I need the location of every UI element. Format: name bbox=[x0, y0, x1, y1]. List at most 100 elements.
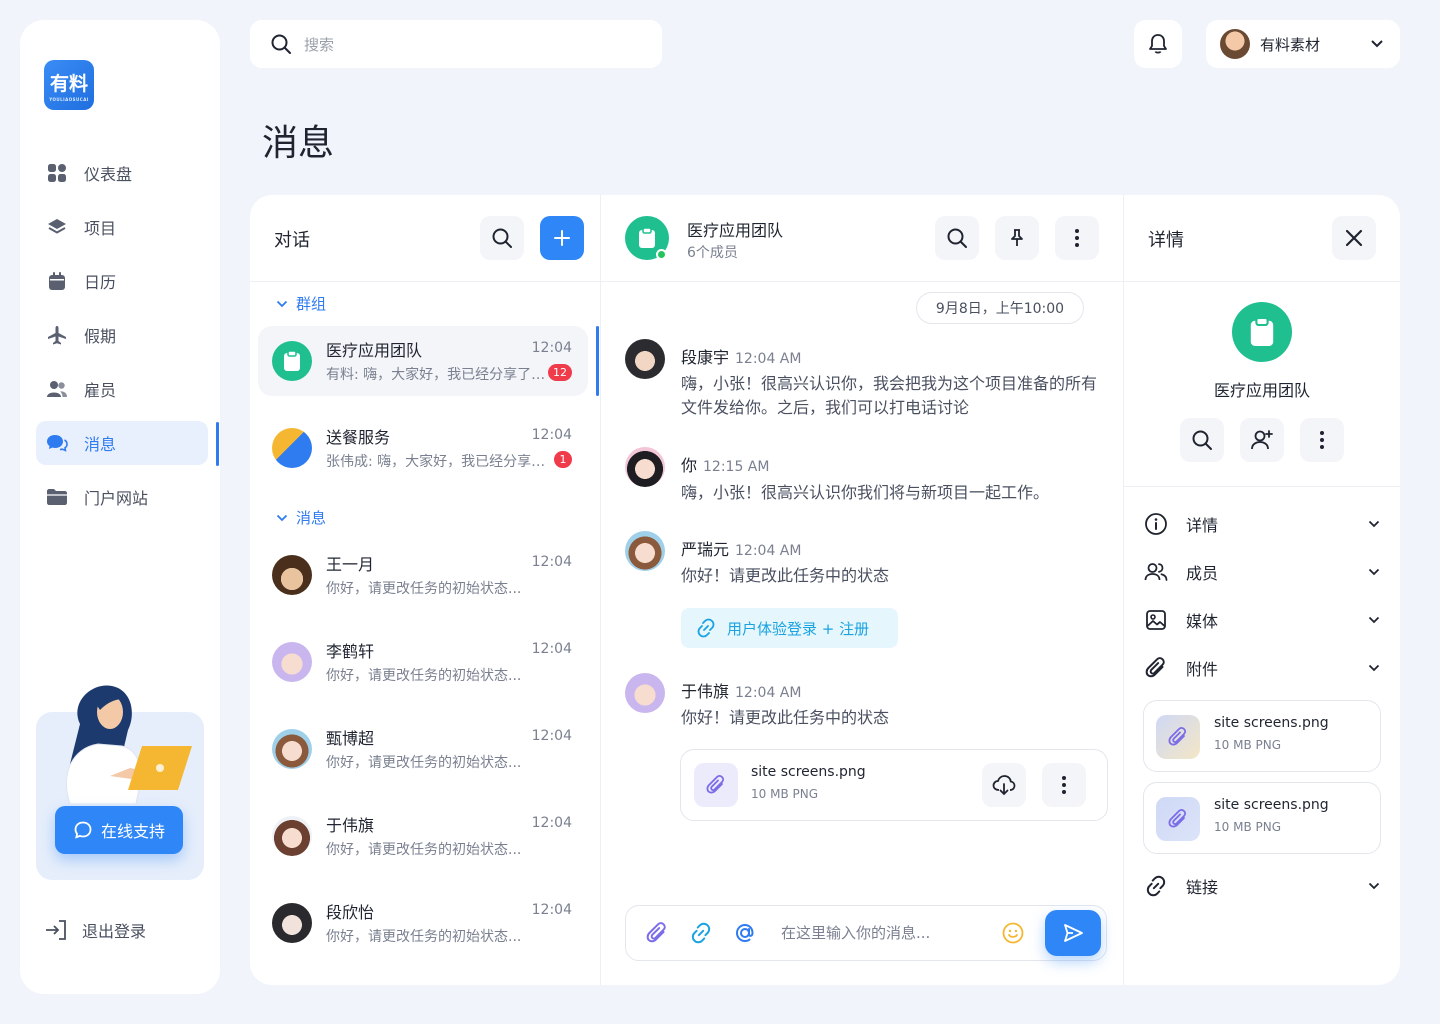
clipboard-icon bbox=[272, 341, 312, 381]
file-more-button[interactable] bbox=[1042, 763, 1086, 807]
logo-text: 有料 bbox=[49, 72, 88, 95]
nav-item-projects[interactable]: 项目 bbox=[36, 205, 208, 249]
new-conversation-button[interactable] bbox=[540, 216, 584, 260]
send-button[interactable] bbox=[1045, 910, 1101, 956]
nav-item-portal[interactable]: 门户网站 bbox=[36, 475, 208, 519]
logout-label: 退出登录 bbox=[82, 922, 147, 941]
sender-name: 于伟旗 bbox=[681, 682, 730, 701]
attachment-item[interactable]: site screens.png 10 MB PNG bbox=[1143, 700, 1381, 772]
chat-bubble-icon bbox=[73, 820, 93, 840]
online-support-button[interactable]: 在线支持 bbox=[55, 806, 183, 854]
avatar bbox=[272, 903, 312, 943]
search-bar[interactable]: 搜索 bbox=[250, 20, 662, 68]
file-attachment[interactable]: site screens.png 10 MB PNG bbox=[680, 749, 1108, 821]
message-text: 嗨，小张！很高兴认识你，我会把我为这个项目准备的所有 bbox=[681, 374, 1098, 393]
message-header: 于伟旗 12:04 AM bbox=[681, 678, 801, 702]
logout-button[interactable]: 退出登录 bbox=[44, 918, 146, 942]
download-button[interactable] bbox=[982, 763, 1026, 807]
calendar-icon bbox=[46, 270, 68, 292]
nav-label: 假期 bbox=[84, 327, 117, 346]
sender-avatar bbox=[625, 339, 665, 379]
divider bbox=[1124, 486, 1400, 487]
date-separator: 9月8日，上午10:00 bbox=[916, 292, 1084, 324]
message-header: 严瑞元 12:04 AM bbox=[681, 536, 801, 560]
sender-avatar bbox=[625, 447, 665, 487]
paperclip-icon bbox=[645, 921, 669, 945]
conversation-name: 送餐服务 bbox=[326, 428, 391, 447]
groups-section-toggle[interactable]: 群组 bbox=[276, 293, 326, 314]
message-time: 12:15 AM bbox=[703, 459, 770, 475]
details-more-button[interactable] bbox=[1300, 418, 1344, 462]
details-section-media[interactable]: 媒体 bbox=[1144, 606, 1380, 634]
notifications-button[interactable] bbox=[1134, 20, 1182, 68]
link-label: 用户体验登录 + 注册 bbox=[727, 619, 870, 638]
clipboard-icon bbox=[1248, 316, 1276, 348]
search-input[interactable]: 搜索 bbox=[304, 34, 334, 55]
details-section-links[interactable]: 链接 bbox=[1144, 872, 1380, 900]
conversation-name: 甄博超 bbox=[326, 729, 375, 748]
nav-label: 消息 bbox=[84, 435, 117, 454]
messages-section-toggle[interactable]: 消息 bbox=[276, 507, 326, 528]
conversation-search-button[interactable] bbox=[480, 216, 524, 260]
more-vertical-icon bbox=[1320, 431, 1324, 449]
conversation-time: 12:04 bbox=[531, 641, 572, 657]
shared-link[interactable]: 用户体验登录 + 注册 bbox=[681, 608, 898, 648]
folder-icon bbox=[46, 486, 68, 508]
user-menu[interactable]: 有料素材 bbox=[1206, 20, 1400, 68]
chevron-down-icon bbox=[1368, 616, 1380, 624]
avatar bbox=[272, 816, 312, 856]
sender-name: 你 bbox=[681, 456, 698, 475]
conversation-item[interactable]: 甄博超 12:04 你好，请更改任务的初始状态... bbox=[258, 714, 588, 784]
conversation-item[interactable]: 送餐服务 12:04 张伟成: 嗨，大家好，我已经分享了一个文件 1 bbox=[258, 413, 588, 483]
attach-button[interactable] bbox=[645, 921, 669, 945]
details-search-button[interactable] bbox=[1180, 418, 1224, 462]
emoji-button[interactable] bbox=[1001, 921, 1025, 945]
mention-button[interactable] bbox=[733, 921, 757, 945]
nav-item-employees[interactable]: 雇员 bbox=[36, 367, 208, 411]
conversation-preview: 张伟成: 嗨，大家好，我已经分享了一个文件 bbox=[326, 454, 546, 470]
message-time: 12:04 AM bbox=[735, 543, 802, 559]
paperclip-icon bbox=[694, 763, 738, 807]
conversation-item[interactable]: 王一月 12:04 你好，请更改任务的初始状态... bbox=[258, 540, 588, 610]
section-label: 详情 bbox=[1186, 516, 1219, 535]
conversation-item[interactable]: 医疗应用团队 12:04 有料: 嗨，大家好，我已经分享了一个文件 12 bbox=[258, 326, 588, 396]
nav-item-dashboard[interactable]: 仪表盘 bbox=[36, 151, 208, 195]
unread-badge: 1 bbox=[554, 451, 572, 468]
details-section-info[interactable]: 详情 bbox=[1144, 510, 1380, 538]
link-icon bbox=[689, 921, 713, 945]
nav-item-vacation[interactable]: 假期 bbox=[36, 313, 208, 357]
employees-icon bbox=[46, 378, 68, 400]
insert-link-button[interactable] bbox=[689, 921, 713, 945]
nav-item-calendar[interactable]: 日历 bbox=[36, 259, 208, 303]
chat-more-button[interactable] bbox=[1055, 216, 1099, 260]
add-user-icon bbox=[1250, 429, 1274, 451]
nav-item-messages[interactable]: 消息 bbox=[36, 421, 208, 465]
section-label: 成员 bbox=[1186, 564, 1219, 583]
conversation-item[interactable]: 段欣怡 12:04 你好，请更改任务的初始状态... bbox=[258, 888, 588, 958]
add-member-button[interactable] bbox=[1240, 418, 1284, 462]
message-input[interactable]: 在这里输入你的消息... bbox=[781, 922, 930, 943]
chat-subtitle: 6个成员 bbox=[687, 245, 738, 261]
conversation-item[interactable]: 李鹤轩 12:04 你好，请更改任务的初始状态... bbox=[258, 627, 588, 697]
chat-search-button[interactable] bbox=[935, 216, 979, 260]
more-vertical-icon bbox=[1075, 229, 1079, 247]
conversation-time: 12:04 bbox=[531, 815, 572, 831]
download-cloud-icon bbox=[992, 774, 1016, 796]
details-section-attachments[interactable]: 附件 bbox=[1144, 654, 1380, 682]
details-section-members[interactable]: 成员 bbox=[1144, 558, 1380, 586]
conversation-time: 12:04 bbox=[531, 728, 572, 744]
link-icon bbox=[695, 617, 717, 639]
message-text: 嗨，小张！很高兴认识你我们将与新项目一起工作。 bbox=[681, 483, 1050, 502]
conversation-preview: 你好，请更改任务的初始状态... bbox=[326, 842, 522, 858]
section-label: 媒体 bbox=[1186, 612, 1219, 631]
close-details-button[interactable] bbox=[1332, 216, 1376, 260]
brand-logo[interactable]: 有料 YOULIAOSUCAI bbox=[44, 60, 94, 110]
pin-button[interactable] bbox=[995, 216, 1039, 260]
nav-label: 雇员 bbox=[84, 381, 117, 400]
message-header: 段康宇 12:04 AM bbox=[681, 344, 801, 368]
chevron-down-icon bbox=[1368, 568, 1380, 576]
attachment-item[interactable]: site screens.png 10 MB PNG bbox=[1143, 782, 1381, 854]
conversation-item[interactable]: 于伟旗 12:04 你好，请更改任务的初始状态... bbox=[258, 801, 588, 871]
sender-avatar bbox=[625, 673, 665, 713]
conversation-preview: 你好，请更改任务的初始状态... bbox=[326, 581, 522, 597]
